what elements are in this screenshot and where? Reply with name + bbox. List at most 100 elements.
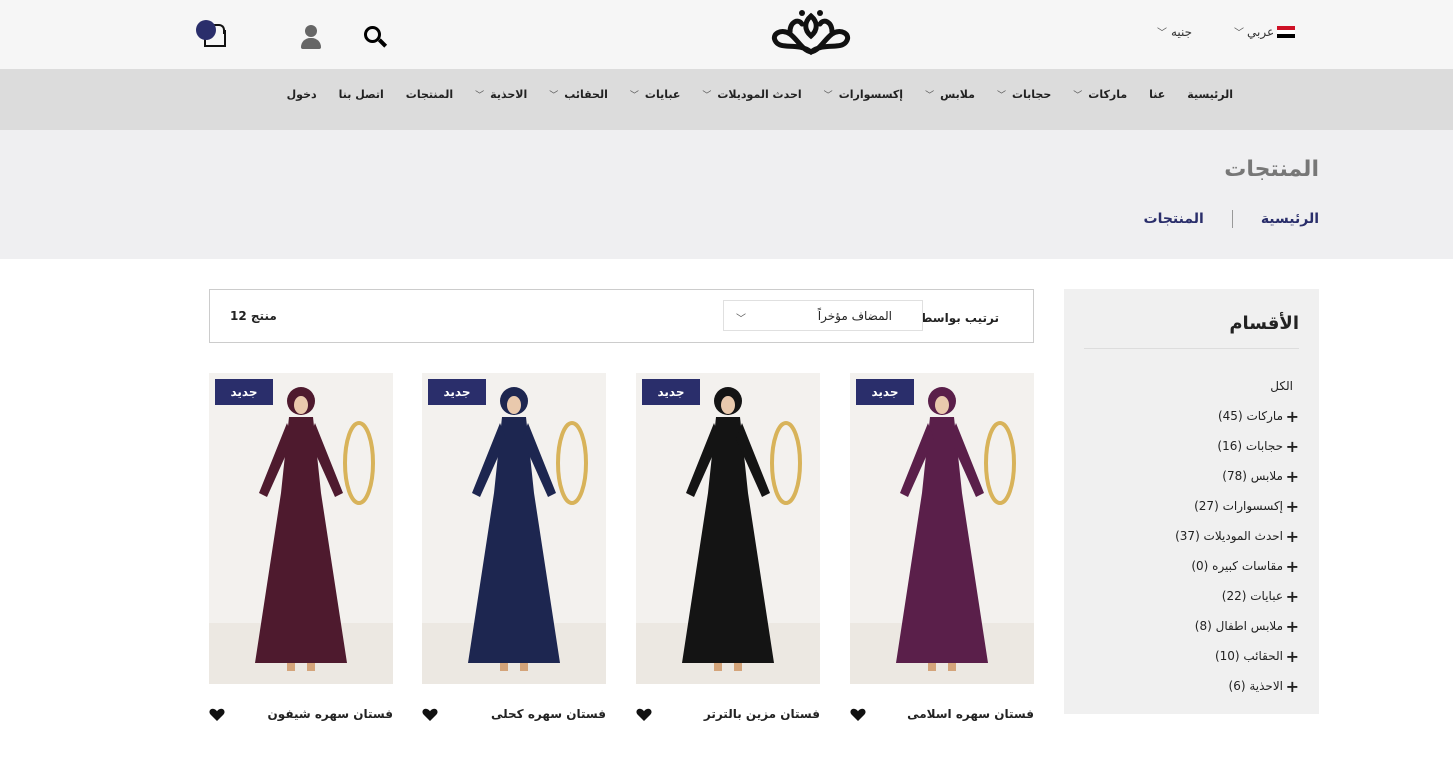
- category-item[interactable]: + الحقائب (10): [1175, 641, 1299, 671]
- heart-icon[interactable]: [636, 707, 652, 721]
- nav-item[interactable]: ﹀ الحقائب: [549, 88, 608, 101]
- product-count: 12 منتج: [230, 309, 277, 323]
- breadcrumb-current[interactable]: المنتجات: [1144, 211, 1204, 227]
- nav-item-label: الاحذية: [490, 88, 528, 101]
- category-item[interactable]: + حجابات (16): [1175, 431, 1299, 461]
- breadcrumb-home[interactable]: الرئيسية: [1261, 211, 1319, 227]
- heart-icon[interactable]: [422, 707, 438, 721]
- chevron-down-icon: ﹀: [702, 91, 713, 101]
- product-card[interactable]: جديد فستان سهره كحلى: [422, 373, 606, 733]
- expand-plus-icon[interactable]: +: [1286, 647, 1299, 666]
- chevron-down-icon: ﹀: [629, 91, 640, 101]
- product-card[interactable]: جديد فستان سهره شيفون: [209, 373, 393, 733]
- category-item[interactable]: + ماركات (45): [1175, 401, 1299, 431]
- product-image[interactable]: جديد: [209, 373, 393, 684]
- category-label: عبايات (22): [1221, 589, 1283, 603]
- chevron-down-icon: ﹀: [925, 91, 936, 101]
- category-label: ملابس (78): [1222, 469, 1283, 483]
- nav-item[interactable]: عنا: [1149, 88, 1165, 101]
- category-item[interactable]: + ملابس اطفال (8): [1175, 611, 1299, 641]
- nav-item[interactable]: دخول: [287, 88, 317, 101]
- chevron-down-icon: ﹀: [996, 91, 1007, 101]
- product-image[interactable]: جديد: [422, 373, 606, 684]
- expand-plus-icon[interactable]: +: [1286, 557, 1299, 576]
- nav-item[interactable]: ﹀ عبايات: [630, 88, 680, 101]
- cart-icon[interactable]: [196, 20, 232, 50]
- sort-value: المضاف مؤخراً: [817, 309, 892, 323]
- main-nav: الرئيسية عنا ﹀ ماركات ﹀ حجابات ﹀ ملابس ﹀ إكسسوارا…: [0, 69, 1453, 130]
- product-card[interactable]: جديد فستان مزين بالترتر: [636, 373, 820, 733]
- sort-select[interactable]: المضاف مؤخراً ﹀: [723, 300, 923, 331]
- category-item[interactable]: + مقاسات كبيره (0): [1175, 551, 1299, 581]
- currency-selector[interactable]: ﹀ جنيه: [1157, 24, 1193, 40]
- heart-icon[interactable]: [850, 707, 866, 721]
- chevron-down-icon: ﹀: [823, 91, 834, 101]
- nav-item[interactable]: ﹀ حجابات: [997, 88, 1051, 101]
- new-badge: جديد: [428, 379, 486, 405]
- sort-label: ترتيب بواسطة: [913, 311, 999, 325]
- nav-item[interactable]: اتصل بنا: [339, 88, 384, 101]
- categories-sidebar: الأقسام الكل + ماركات (45) + حجابات (16) + مل…: [1064, 289, 1319, 714]
- nav-item-label: ملابس: [940, 88, 975, 101]
- expand-plus-icon[interactable]: +: [1286, 467, 1299, 486]
- nav-item[interactable]: المنتجات: [406, 88, 453, 101]
- user-icon[interactable]: [300, 25, 322, 49]
- page-title: المنتجات: [1224, 157, 1319, 182]
- expand-plus-icon[interactable]: +: [1286, 437, 1299, 456]
- language-label: عربي: [1247, 24, 1275, 39]
- category-label: احدث الموديلات (37): [1175, 529, 1283, 543]
- category-item[interactable]: + عبايات (22): [1175, 581, 1299, 611]
- category-item[interactable]: + احدث الموديلات (37): [1175, 521, 1299, 551]
- product-image[interactable]: جديد: [636, 373, 820, 684]
- nav-item-label: احدث الموديلات: [717, 88, 802, 101]
- expand-plus-icon[interactable]: +: [1286, 617, 1299, 636]
- product-name[interactable]: فستان سهره شيفون: [268, 707, 393, 721]
- category-item[interactable]: + إكسسوارات (27): [1175, 491, 1299, 521]
- nav-item-label: المنتجات: [405, 88, 454, 101]
- nav-item[interactable]: ﹀ إكسسوارات: [824, 88, 903, 101]
- nav-item-label: إكسسوارات: [838, 88, 904, 101]
- expand-plus-icon[interactable]: +: [1286, 527, 1299, 546]
- category-list: الكل + ماركات (45) + حجابات (16) + ملابس (78)…: [1175, 371, 1299, 701]
- category-label: الحقائب (10): [1214, 649, 1283, 663]
- site-logo[interactable]: [768, 6, 854, 62]
- expand-plus-icon[interactable]: +: [1286, 497, 1299, 516]
- search-icon[interactable]: [364, 26, 388, 50]
- product-name[interactable]: فستان مزين بالترتر: [704, 707, 820, 721]
- currency-label: جنيه: [1171, 24, 1193, 39]
- heart-icon[interactable]: [209, 707, 225, 721]
- nav-item[interactable]: ﹀ ملابس: [925, 88, 975, 101]
- category-all[interactable]: الكل: [1175, 371, 1299, 401]
- breadcrumb: الرئيسية المنتجات: [1144, 210, 1319, 228]
- category-item[interactable]: + الاحذية (6): [1175, 671, 1300, 701]
- user-icon-body: [301, 38, 321, 49]
- category-label: الاحذية (6): [1228, 679, 1284, 693]
- chevron-down-icon: ﹀: [1234, 28, 1244, 39]
- new-badge: جديد: [856, 379, 914, 405]
- category-label: إكسسوارات (27): [1194, 499, 1283, 513]
- expand-plus-icon[interactable]: +: [1286, 677, 1299, 696]
- product-card[interactable]: جديد فستان سهره اسلامى: [850, 373, 1034, 733]
- new-badge: جديد: [215, 379, 273, 405]
- nav-item[interactable]: ﹀ الاحذية: [475, 88, 527, 101]
- category-label: ملابس اطفال (8): [1194, 619, 1283, 633]
- product-image[interactable]: جديد: [850, 373, 1034, 684]
- chevron-down-icon: ﹀: [475, 91, 486, 101]
- category-item[interactable]: + ملابس (78): [1175, 461, 1299, 491]
- nav-item-label: ماركات: [1088, 88, 1128, 101]
- top-bar: ﹀ جنيه ﹀ عربي: [0, 0, 1453, 69]
- nav-item[interactable]: الرئيسية: [1187, 88, 1233, 101]
- product-name[interactable]: فستان سهره كحلى: [491, 707, 606, 721]
- nav-item[interactable]: ﹀ احدث الموديلات: [702, 88, 801, 101]
- expand-plus-icon[interactable]: +: [1286, 587, 1299, 606]
- language-selector[interactable]: ﹀ عربي: [1234, 24, 1296, 39]
- chevron-down-icon: ﹀: [1157, 28, 1167, 39]
- new-badge: جديد: [642, 379, 700, 405]
- search-icon-handle: [377, 38, 388, 48]
- product-name[interactable]: فستان سهره اسلامى: [907, 707, 1034, 721]
- nav-item[interactable]: ﹀ ماركات: [1073, 88, 1127, 101]
- nav-item-label: حجابات: [1011, 88, 1052, 101]
- chevron-down-icon: ﹀: [736, 314, 746, 325]
- expand-plus-icon[interactable]: +: [1286, 407, 1299, 426]
- category-label: ماركات (45): [1217, 409, 1283, 423]
